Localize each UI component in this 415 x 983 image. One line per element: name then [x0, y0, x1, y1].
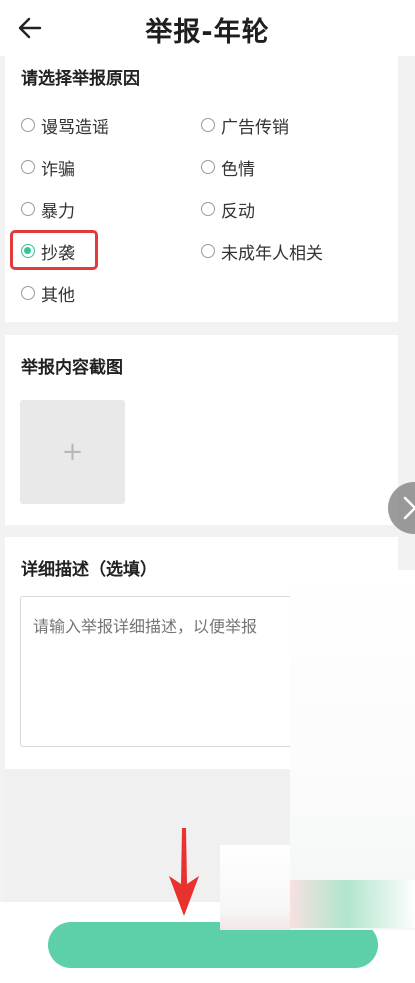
- reason-option-ads[interactable]: 广告传销: [201, 110, 289, 140]
- reason-option-plagiarism[interactable]: 抄袭: [21, 236, 75, 266]
- reason-option-label: 诈骗: [41, 159, 75, 180]
- report-reason-title: 请选择举报原因: [21, 69, 140, 89]
- reason-option-violence[interactable]: 暴力: [21, 194, 75, 224]
- reason-option-label: 其他: [41, 285, 75, 306]
- reason-option-reactionary[interactable]: 反动: [201, 194, 255, 224]
- reason-option-label: 色情: [221, 159, 255, 180]
- blurred-overlay: [290, 570, 415, 930]
- header-bar: 举报-年轮: [0, 0, 415, 56]
- radio-button[interactable]: [21, 118, 35, 132]
- radio-button[interactable]: [21, 202, 35, 216]
- reason-option-minors[interactable]: 未成年人相关: [201, 236, 323, 266]
- reason-option-label: 抄袭: [41, 243, 75, 264]
- reason-option-label: 暴力: [41, 201, 75, 222]
- reason-option-label: 谩骂造谣: [41, 117, 109, 138]
- radio-button[interactable]: [201, 202, 215, 216]
- blurred-overlay: [290, 880, 415, 928]
- description-title: 详细描述（选填）: [21, 560, 157, 580]
- plus-icon: +: [61, 437, 84, 467]
- radio-button[interactable]: [201, 160, 215, 174]
- screenshot-card: 举报内容截图 +: [5, 335, 398, 525]
- radio-button[interactable]: [201, 118, 215, 132]
- radio-button[interactable]: [21, 286, 35, 300]
- chevron-right-icon: [403, 496, 415, 520]
- add-screenshot-button[interactable]: +: [20, 400, 125, 504]
- radio-button-checked[interactable]: [21, 244, 35, 258]
- red-arrow-annotation: [169, 828, 199, 916]
- radio-button[interactable]: [21, 160, 35, 174]
- reason-option-label: 广告传销: [221, 117, 289, 138]
- reason-option-label: 反动: [221, 201, 255, 222]
- reason-option-label: 未成年人相关: [221, 243, 323, 264]
- blurred-overlay: [220, 845, 290, 930]
- reason-option-fraud[interactable]: 诈骗: [21, 152, 75, 182]
- reason-option-abuse[interactable]: 谩骂造谣: [21, 110, 109, 140]
- screenshot-title: 举报内容截图: [21, 358, 123, 378]
- report-reason-card: 请选择举报原因 谩骂造谣 广告传销 诈骗 色情 暴力 反动 抄袭 未成年人相关 …: [5, 56, 398, 322]
- reason-option-porn[interactable]: 色情: [201, 152, 255, 182]
- radio-button[interactable]: [201, 244, 215, 258]
- page-title: 举报-年轮: [145, 17, 270, 48]
- reason-option-other[interactable]: 其他: [21, 278, 75, 308]
